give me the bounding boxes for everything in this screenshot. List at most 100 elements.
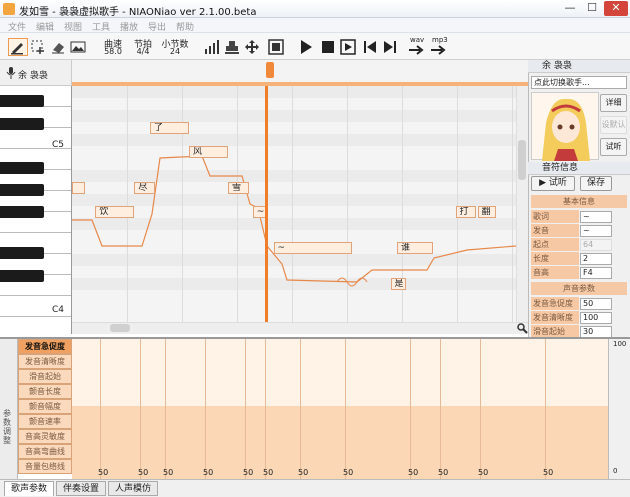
menu-edit[interactable]: 编辑 [36,20,54,33]
maximize-button[interactable]: ☐ [582,1,602,16]
pitch-select[interactable]: F4 [580,267,612,279]
fit-screen-icon[interactable] [268,39,284,55]
skip-start-icon[interactable] [362,39,378,55]
piano-black-key[interactable] [0,184,44,196]
note-block[interactable]: 雪 [228,182,249,194]
track-name[interactable]: 余 袅袅 [18,68,48,81]
vertical-scroll-thumb[interactable] [518,140,526,180]
voice-params-title: 声音参数 [531,282,627,295]
singer-panel-header: 余 袅袅 [528,60,630,73]
clarity-input[interactable]: 100 [580,312,612,324]
tab-accompaniment[interactable]: 伴奏设置 [56,481,106,496]
note-block[interactable]: ~ [273,242,352,254]
scale-top: 100 [613,340,627,348]
toolbar [0,33,630,60]
skip-end-icon[interactable] [382,39,398,55]
note-block[interactable]: 风 [189,146,228,158]
parameter-scale: 100 0 [608,339,630,479]
playhead-marker[interactable] [266,62,274,78]
zoom-icon[interactable] [517,323,528,334]
menu-view[interactable]: 视图 [64,20,82,33]
piano-roll[interactable]: 了风尽 雪饮 ~ ~ 谁 打翻是 [72,86,516,322]
note-save-button[interactable]: 保存 [580,176,612,191]
parameter-item[interactable]: 音高灵敏度 [18,429,72,444]
parameter-value-label: 50 [438,468,449,477]
parameter-value-label: 50 [263,468,274,477]
parameter-value-label: 50 [203,468,214,477]
menu-play[interactable]: 播放 [120,20,138,33]
tab-voice-params[interactable]: 歌声参数 [4,481,54,496]
parameter-value-label: 50 [408,468,419,477]
parameter-divider [345,339,346,479]
minimize-button[interactable]: — [560,1,580,16]
menu-tools[interactable]: 工具 [92,20,110,33]
beat-value[interactable]: 4/4 [126,47,160,56]
piano-key[interactable] [0,317,71,334]
piano-black-key[interactable] [0,247,44,259]
piano-black-key[interactable] [0,95,44,107]
parameter-item[interactable]: 发音清晰度 [18,354,72,369]
parameter-item[interactable]: 颤音长度 [18,384,72,399]
singer-audition-button[interactable]: 试听 [600,138,627,156]
tempo-value[interactable]: 58.0 [96,47,130,56]
note-block[interactable]: 尽 [134,182,156,194]
singer-avatar [531,92,599,161]
parameter-side-label: 参数调整 [3,409,11,445]
piano-black-key[interactable] [0,206,44,218]
note-block[interactable]: 饮 [95,206,135,218]
singer-select[interactable]: 点此切换歌手... [531,76,627,89]
parameter-item[interactable]: 音高弯曲线 [18,444,72,459]
stop-icon[interactable] [320,39,336,55]
detail-button[interactable]: 详细 [600,94,627,112]
parameter-value-label: 50 [343,468,354,477]
menu-file[interactable]: 文件 [8,20,26,33]
set-default-button[interactable]: 设默认 [600,116,627,134]
export-wav-icon[interactable] [408,44,426,56]
parameter-value-label: 50 [243,468,254,477]
parameter-item[interactable]: 滑音起始 [18,369,72,384]
menu-export[interactable]: 导出 [148,20,166,33]
note-block[interactable]: 是 [390,278,407,290]
piano-black-key[interactable] [0,162,44,174]
tab-voice-imitation[interactable]: 人声模仿 [108,481,158,496]
volume-bars-icon[interactable] [204,39,220,55]
note-block[interactable] [72,182,85,194]
parameter-item[interactable]: 发音急促度 [18,339,72,354]
measures-value[interactable]: 24 [158,47,192,56]
eraser-tool-icon[interactable] [50,39,66,55]
close-button[interactable]: ✕ [604,1,628,16]
parameter-item[interactable]: 音量包络线 [18,459,72,474]
image-tool-icon[interactable] [70,39,86,55]
basic-info-title: 基本信息 [531,195,627,208]
playhead-line[interactable] [265,86,268,322]
horizontal-scrollbar[interactable] [72,322,528,334]
stamp-icon[interactable] [224,39,240,55]
play-selection-icon[interactable] [340,39,356,55]
pronunciation-input[interactable]: ~ [580,225,612,237]
field-label-lyric: 歌词 [531,210,579,223]
select-tool-icon[interactable] [30,39,46,55]
attack-input[interactable]: 50 [580,298,612,310]
horizontal-scroll-thumb[interactable] [110,324,130,332]
note-block[interactable]: 翻 [477,206,496,218]
parameter-item[interactable]: 颤音速率 [18,414,72,429]
length-input[interactable]: 2 [580,253,612,265]
export-mp3-icon[interactable] [430,44,448,56]
parameter-item[interactable]: 颤音幅度 [18,399,72,414]
pencil-tool-icon[interactable] [8,38,28,56]
vertical-scrollbar[interactable] [516,86,528,322]
piano-black-key[interactable] [0,270,44,282]
note-audition-button[interactable]: ▶ 试听 [531,176,575,191]
lyric-input[interactable]: ~ [580,211,612,223]
play-icon[interactable] [298,39,314,55]
key-label-c5: C5 [52,140,65,150]
piano-black-key[interactable] [0,118,44,130]
menu-help[interactable]: 帮助 [176,20,194,33]
note-block[interactable]: 谁 [397,242,434,254]
note-block[interactable]: ~ [252,206,266,218]
field-label-attack: 发音急促度 [531,297,579,310]
note-block[interactable]: 了 [150,122,189,134]
move-icon[interactable] [244,39,260,55]
note-block[interactable]: 打 [455,206,477,218]
piano-keyboard[interactable]: C5 C4 [0,86,72,334]
